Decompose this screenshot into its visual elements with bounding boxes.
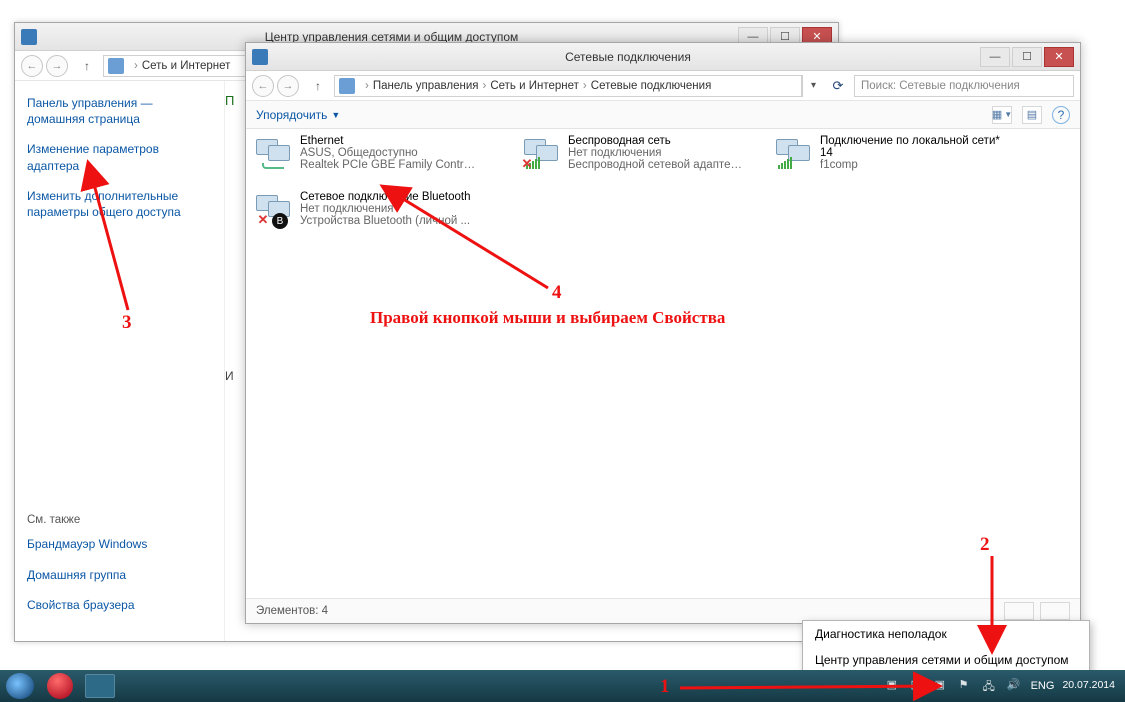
view-details-button[interactable]	[1004, 602, 1034, 620]
annotation-num3: 3	[122, 312, 132, 334]
tray-network-icon[interactable]: 🖧	[983, 678, 999, 694]
bc-control-panel[interactable]: Панель управления	[373, 80, 479, 92]
nav-up-icon[interactable]: ↑	[308, 76, 328, 96]
link-sharing-settings[interactable]: Изменить дополнительные параметры общего…	[27, 188, 212, 220]
bluetooth-icon: ✕ B	[256, 191, 294, 229]
window-icon	[21, 29, 37, 45]
nav-forward-icon[interactable]: →	[46, 55, 68, 77]
close-button[interactable]: ✕	[1044, 47, 1074, 67]
history-chevron-icon[interactable]: ▾	[802, 75, 824, 97]
annotation-num4: 4	[552, 282, 562, 304]
nav-back-icon[interactable]: ←	[252, 75, 274, 97]
nav-back-icon[interactable]: ←	[21, 55, 43, 77]
annotation-num1: 1	[660, 676, 670, 698]
tray-clock[interactable]: 20.07.2014	[1062, 680, 1115, 692]
lan-icon	[776, 135, 814, 173]
conn-title: Подключение по локальной сети* 14	[820, 135, 1000, 159]
help-icon[interactable]: ?	[1052, 106, 1070, 124]
sidepane: Панель управления — домашняя страница Из…	[15, 81, 225, 641]
taskbar-opera[interactable]	[40, 670, 80, 702]
toolbar: Упорядочить▼ ▦▼ ▤ ?	[246, 101, 1080, 129]
truncated-heading: П	[225, 93, 234, 108]
item-count: Элементов: 4	[256, 605, 328, 617]
link-homegroup[interactable]: Домашняя группа	[27, 567, 212, 583]
bc-connections[interactable]: Сетевые подключения	[591, 80, 712, 92]
link-cp-home[interactable]: Панель управления — домашняя страница	[27, 95, 212, 127]
window-title-front: Сетевые подключения	[278, 50, 978, 64]
annotation-num2: 2	[980, 534, 990, 556]
minimize-button[interactable]: —	[980, 47, 1010, 67]
tray-language[interactable]: ENG	[1031, 680, 1055, 692]
search-placeholder: Поиск: Сетевые подключения	[861, 80, 1020, 92]
nav-up-icon[interactable]: ↑	[77, 56, 97, 76]
connection-ethernet[interactable]: Ethernet ASUS, Общедоступно Realtek PCIe…	[256, 135, 480, 173]
menu-diagnose[interactable]: Диагностика неполадок	[803, 621, 1089, 647]
tray-flag-icon[interactable]: ⚑	[959, 678, 975, 694]
taskbar-app[interactable]	[80, 670, 120, 702]
conn-sub2: Беспроводной сетевой адаптер ...	[568, 159, 748, 171]
maximize-button[interactable]: ☐	[1012, 47, 1042, 67]
ethernet-icon	[256, 135, 294, 173]
see-also-heading: См. также	[27, 514, 212, 526]
conn-sub2: Realtek PCIe GBE Family Controller	[300, 159, 480, 171]
connections-area: Ethernet ASUS, Общедоступно Realtek PCIe…	[246, 129, 1080, 594]
connection-lan14[interactable]: Подключение по локальной сети* 14 f1comp	[776, 135, 1000, 173]
tray-icon[interactable]: ▣	[887, 678, 903, 694]
window-icon	[252, 49, 268, 65]
tray-volume-icon[interactable]: 🔊	[1007, 678, 1023, 694]
tray-icon[interactable]: ▣	[935, 678, 951, 694]
titlebar-front: Сетевые подключения — ☐ ✕	[246, 43, 1080, 71]
organize-button[interactable]: Упорядочить▼	[256, 108, 340, 122]
connection-bluetooth[interactable]: ✕ B Сетевое подключение Bluetooth Нет по…	[256, 191, 471, 229]
link-adapter-settings[interactable]: Изменение параметров адаптера	[27, 141, 212, 173]
location-icon	[108, 58, 124, 74]
taskbar: ▣ ▣ ▣ ⚑ 🖧 🔊 ENG 20.07.2014	[0, 670, 1125, 702]
view-large-button[interactable]	[1040, 602, 1070, 620]
breadcrumb-front[interactable]: › Панель управления › Сеть и Интернет › …	[334, 75, 802, 97]
refresh-icon[interactable]: ⟳	[828, 76, 848, 96]
tray-icon[interactable]: ▣	[911, 678, 927, 694]
tray-context-menu: Диагностика неполадок Центр управления с…	[802, 620, 1090, 674]
conn-title: Сетевое подключение Bluetooth	[300, 191, 471, 203]
conn-sub: Нет подключения	[300, 203, 471, 215]
conn-sub2: f1comp	[820, 159, 1000, 171]
location-icon	[339, 78, 355, 94]
breadcrumb-network: Сеть и Интернет	[142, 60, 231, 72]
system-tray: ▣ ▣ ▣ ⚑ 🖧 🔊 ENG 20.07.2014	[887, 678, 1125, 694]
preview-pane-button[interactable]: ▤	[1022, 106, 1042, 124]
nav-forward-icon[interactable]: →	[277, 75, 299, 97]
conn-sub: ASUS, Общедоступно	[300, 147, 480, 159]
navbar-front: ← → ↑ › Панель управления › Сеть и Интер…	[246, 71, 1080, 101]
bc-network[interactable]: Сеть и Интернет	[490, 80, 579, 92]
window-network-connections: Сетевые подключения — ☐ ✕ ← → ↑ › Панель…	[245, 42, 1081, 624]
wireless-icon: ✕	[524, 135, 562, 173]
connection-wireless[interactable]: ✕ Беспроводная сеть Нет подключения Бесп…	[524, 135, 748, 173]
link-firewall[interactable]: Брандмауэр Windows	[27, 536, 212, 552]
conn-title: Беспроводная сеть	[568, 135, 748, 147]
conn-sub: Нет подключения	[568, 147, 748, 159]
annotation-text: Правой кнопкой мыши и выбираем Свойства	[370, 308, 725, 328]
search-input[interactable]: Поиск: Сетевые подключения	[854, 75, 1074, 97]
link-browser-props[interactable]: Свойства браузера	[27, 597, 212, 613]
conn-sub2: Устройства Bluetooth (личной ...	[300, 215, 471, 227]
truncated-info: И	[225, 369, 234, 383]
view-icons-button[interactable]: ▦▼	[992, 106, 1012, 124]
conn-title: Ethernet	[300, 135, 480, 147]
start-button[interactable]	[0, 670, 40, 702]
